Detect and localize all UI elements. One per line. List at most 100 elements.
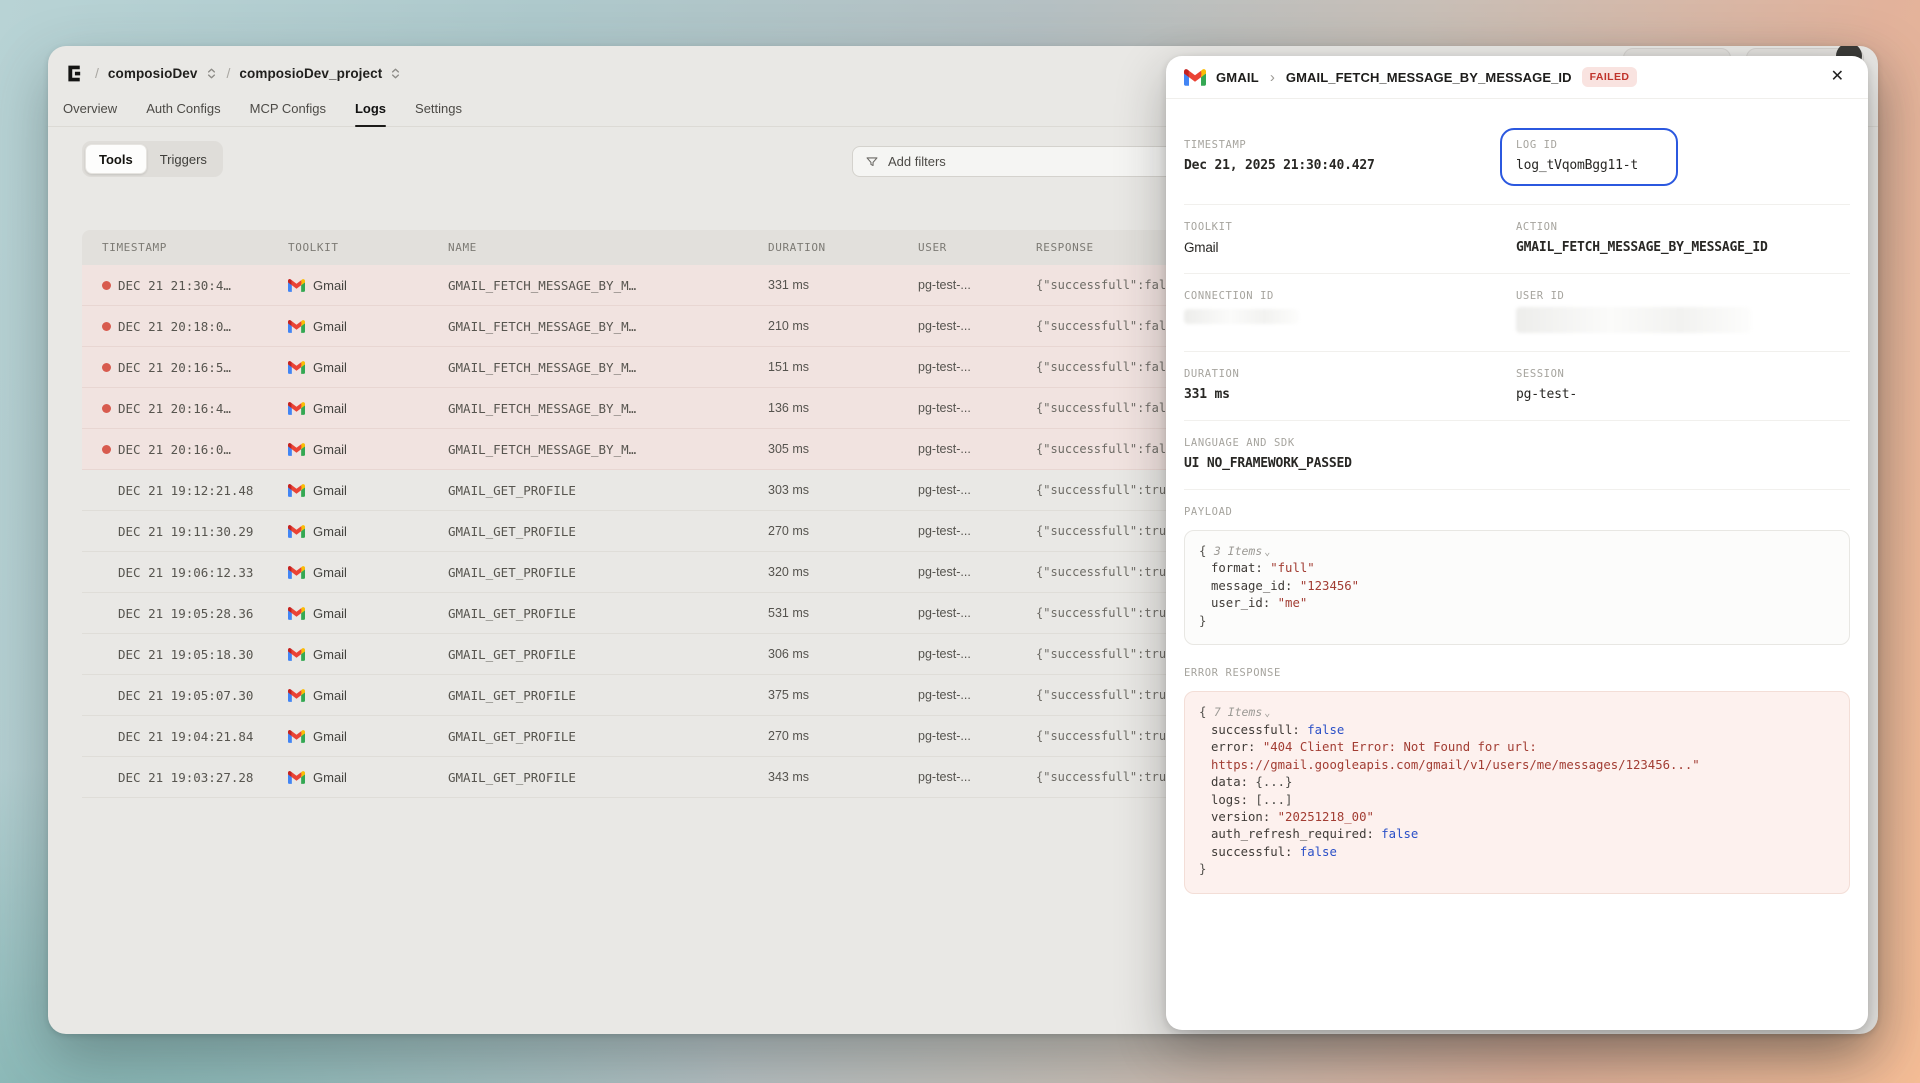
row-toolkit: Gmail (288, 360, 448, 375)
row-action-name: GMAIL_GET_PROFILE (448, 729, 768, 744)
row-toolkit-label: Gmail (313, 483, 347, 498)
row-duration: 343 ms (768, 770, 918, 784)
gmail-icon (288, 484, 305, 497)
breadcrumb-separator: / (95, 65, 99, 81)
field-label: LOG ID (1516, 139, 1662, 151)
segment-tools[interactable]: Tools (85, 144, 147, 174)
column-duration: DURATION (768, 241, 918, 254)
log-id-highlight-box[interactable]: LOG ID log_tVqomBgg11-t (1500, 128, 1678, 186)
gmail-icon (288, 689, 305, 702)
breadcrumb-separator: / (227, 65, 231, 81)
org-switcher[interactable]: composioDev (108, 66, 218, 81)
row-toolkit-label: Gmail (313, 688, 347, 703)
row-action-name: GMAIL_FETCH_MESSAGE_BY_M… (448, 401, 768, 416)
row-duration: 331 ms (768, 278, 918, 292)
row-action-name: GMAIL_FETCH_MESSAGE_BY_M… (448, 442, 768, 457)
close-icon[interactable]: ✕ (1825, 65, 1850, 89)
items-count: 3 Items (1214, 544, 1262, 558)
gmail-icon (288, 730, 305, 743)
panel-toolkit-name: GMAIL (1216, 70, 1259, 85)
row-action-name: GMAIL_FETCH_MESSAGE_BY_M… (448, 360, 768, 375)
row-duration: 303 ms (768, 483, 918, 497)
gmail-icon (288, 443, 305, 456)
chevron-right-icon: › (1270, 69, 1275, 86)
row-user: pg-test-... (918, 278, 1036, 292)
segment-triggers[interactable]: Triggers (147, 144, 220, 174)
payload-section-label: PAYLOAD (1184, 506, 1850, 518)
error-response-json[interactable]: { 7 Items⌄ successfull: falseerror: "404… (1184, 691, 1850, 894)
row-toolkit-label: Gmail (313, 360, 347, 375)
tab-logs[interactable]: Logs (355, 93, 386, 126)
status-dot-cell (102, 322, 118, 331)
column-timestamp: TIMESTAMP (102, 241, 288, 254)
row-action-name: GMAIL_GET_PROFILE (448, 483, 768, 498)
chevron-down-icon[interactable]: ⌄ (1264, 708, 1270, 719)
add-filters-input[interactable]: Add filters (852, 146, 1202, 177)
field-label: ACTION (1516, 221, 1850, 233)
field-value: Gmail (1184, 240, 1516, 255)
row-toolkit: Gmail (288, 401, 448, 416)
field-value: UI NO_FRAMEWORK_PASSED (1184, 456, 1850, 471)
field-row: TOOLKIT Gmail ACTION GMAIL_FETCH_MESSAGE… (1184, 221, 1850, 274)
tab-auth-configs[interactable]: Auth Configs (146, 93, 220, 126)
row-toolkit: Gmail (288, 647, 448, 662)
status-dot-cell (102, 363, 118, 372)
failed-dot-icon (102, 445, 111, 454)
payload-json[interactable]: { 3 Items⌄ format: "full"message_id: "12… (1184, 530, 1850, 645)
gmail-icon (288, 320, 305, 333)
row-timestamp: DEC 21 19:11:30.29 (118, 524, 288, 539)
row-duration: 210 ms (768, 319, 918, 333)
field-row: DURATION 331 ms SESSION pg-test- (1184, 368, 1850, 421)
row-action-name: GMAIL_GET_PROFILE (448, 647, 768, 662)
gmail-icon (1184, 69, 1206, 86)
row-duration: 270 ms (768, 729, 918, 743)
row-user: pg-test-... (918, 524, 1036, 538)
failed-dot-icon (102, 322, 111, 331)
row-user: pg-test-... (918, 483, 1036, 497)
org-name: composioDev (108, 66, 198, 81)
row-toolkit-label: Gmail (313, 319, 347, 334)
row-toolkit: Gmail (288, 278, 448, 293)
items-count: 7 Items (1214, 705, 1262, 719)
row-timestamp: DEC 21 20:18:0… (118, 319, 288, 334)
row-duration: 375 ms (768, 688, 918, 702)
composio-logo-icon[interactable] (62, 61, 86, 85)
field-value: GMAIL_FETCH_MESSAGE_BY_MESSAGE_ID (1516, 240, 1850, 255)
row-timestamp: DEC 21 21:30:4… (118, 278, 288, 293)
row-action-name: GMAIL_GET_PROFILE (448, 606, 768, 621)
field-duration: DURATION 331 ms (1184, 368, 1516, 402)
row-toolkit: Gmail (288, 442, 448, 457)
row-user: pg-test-... (918, 442, 1036, 456)
tab-settings[interactable]: Settings (415, 93, 462, 126)
row-toolkit: Gmail (288, 770, 448, 785)
row-action-name: GMAIL_GET_PROFILE (448, 770, 768, 785)
row-toolkit: Gmail (288, 524, 448, 539)
field-connection-id: CONNECTION ID (1184, 290, 1516, 333)
status-badge: FAILED (1582, 67, 1638, 87)
failed-dot-icon (102, 281, 111, 290)
row-timestamp: DEC 21 20:16:0… (118, 442, 288, 457)
json-lines: format: "full"message_id: "123456"user_i… (1199, 560, 1835, 612)
redacted-user-id (1516, 307, 1751, 333)
row-toolkit-label: Gmail (313, 647, 347, 662)
project-switcher[interactable]: composioDev_project (239, 66, 402, 81)
row-user: pg-test-... (918, 606, 1036, 620)
row-toolkit-label: Gmail (313, 770, 347, 785)
field-label: USER ID (1516, 290, 1850, 302)
row-timestamp: DEC 21 19:03:27.28 (118, 770, 288, 785)
chevron-down-icon[interactable]: ⌄ (1264, 547, 1270, 558)
row-toolkit-label: Gmail (313, 565, 347, 580)
row-duration: 531 ms (768, 606, 918, 620)
row-toolkit: Gmail (288, 606, 448, 621)
chevron-updown-icon (389, 67, 402, 80)
tab-overview[interactable]: Overview (63, 93, 117, 126)
field-language-sdk: LANGUAGE AND SDK UI NO_FRAMEWORK_PASSED (1184, 437, 1850, 471)
field-label: TIMESTAMP (1184, 139, 1516, 151)
row-toolkit-label: Gmail (313, 524, 347, 539)
field-label: LANGUAGE AND SDK (1184, 437, 1850, 449)
tab-mcp-configs[interactable]: MCP Configs (250, 93, 326, 126)
row-timestamp: DEC 21 19:05:07.30 (118, 688, 288, 703)
field-action: ACTION GMAIL_FETCH_MESSAGE_BY_MESSAGE_ID (1516, 221, 1850, 255)
redacted-connection-id (1184, 309, 1299, 324)
field-timestamp: TIMESTAMP Dec 21, 2025 21:30:40.427 (1184, 139, 1516, 186)
